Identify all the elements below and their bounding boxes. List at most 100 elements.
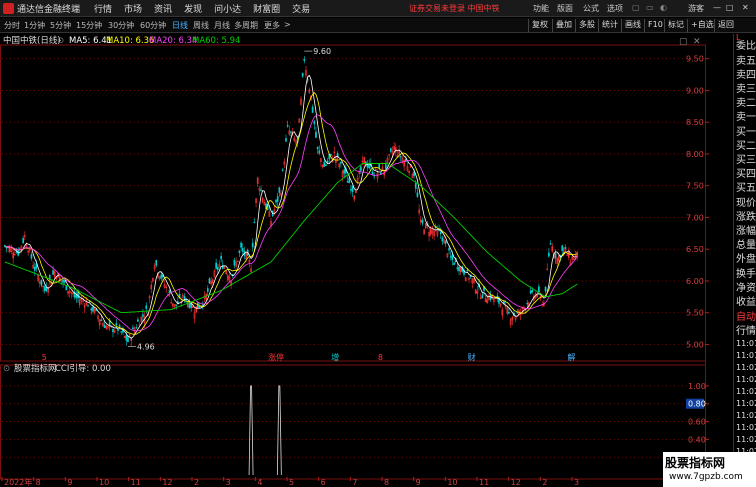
side-item-commission[interactable]: 委比 — [736, 37, 756, 52]
menu-layout[interactable]: 版面 — [557, 3, 573, 14]
side-item-earnings: 收益 — [736, 297, 756, 308]
menu-formula[interactable]: 公式 — [583, 3, 599, 14]
stock-tab[interactable]: 中国中铁 — [468, 4, 500, 13]
candle-body — [75, 295, 78, 298]
minimize-icon[interactable]: — — [713, 3, 721, 12]
side-item-sell1: 卖一 — [736, 112, 756, 123]
period-5min[interactable]: 5分钟 — [50, 20, 71, 31]
side-item-outer: 外盘 — [736, 254, 756, 265]
window-icon[interactable]: ▭ — [646, 3, 654, 12]
candle-body — [554, 253, 557, 259]
indicator-settings-icon[interactable]: ⊙ — [3, 364, 10, 374]
event-marker: 涨停 — [268, 352, 284, 362]
price-tick-label: 7.50 — [686, 182, 704, 191]
date-tick-label: 2022年 — [4, 477, 32, 487]
candle-body — [132, 327, 134, 330]
maximize-icon[interactable]: □ — [726, 3, 734, 12]
menu-options[interactable]: 选项 — [607, 3, 623, 14]
mark-button[interactable]: 标记 — [664, 19, 684, 32]
candle-body — [414, 183, 417, 189]
candle-body — [206, 288, 209, 292]
candle-body — [346, 181, 349, 183]
chart-close-icon[interactable]: ✕ — [693, 37, 701, 47]
chart-annotations: 9.60 4.96 5 涨停 增 8 财 解 — [42, 47, 576, 362]
menu-wealth-circle[interactable]: 财富圈 — [253, 2, 280, 15]
candle-body — [65, 285, 68, 291]
ma60-label: MA60: 5.94 — [192, 36, 240, 46]
candle-body — [315, 131, 317, 138]
candle-body — [103, 324, 106, 328]
add-favorite-button[interactable]: +自选 — [687, 19, 714, 32]
indicator-current-value: 0.80 — [688, 400, 706, 409]
period-weekly[interactable]: 周线 — [193, 20, 209, 31]
chart-grid — [0, 44, 706, 487]
stock-title: 中国中铁(日线) — [3, 35, 61, 46]
f10-button[interactable]: F10 — [644, 19, 663, 32]
user-label[interactable]: 游客 — [688, 3, 704, 14]
chart-maximize-icon[interactable]: ▢ — [679, 37, 688, 47]
candle-body — [135, 327, 138, 329]
side-time-row: 11:01 — [736, 339, 756, 348]
cci-spike — [248, 385, 254, 476]
date-tick-label: 8 — [36, 478, 41, 487]
period-intraday[interactable]: 分时 — [4, 20, 20, 31]
menu-quotes[interactable]: 行情 — [94, 2, 112, 15]
period-more-arrow[interactable]: > — [284, 20, 291, 29]
candle-body — [301, 72, 304, 77]
multi-stock-button[interactable]: 多股 — [575, 19, 595, 32]
candle-body — [100, 319, 103, 321]
date-tick-label: 9 — [416, 478, 421, 487]
period-60min[interactable]: 60分钟 — [140, 20, 166, 31]
restore-rights-button[interactable]: 复权 — [528, 19, 548, 32]
statistics-button[interactable]: 统计 — [598, 19, 618, 32]
candle-body — [326, 160, 329, 163]
back-button[interactable]: 返回 — [714, 19, 734, 32]
period-daily[interactable]: 日线 — [172, 20, 188, 31]
chat-icon[interactable]: ▢ — [632, 3, 640, 12]
candle-body — [115, 323, 118, 326]
menu-trade[interactable]: 交易 — [292, 2, 310, 15]
overlay-button[interactable]: 叠加 — [552, 19, 572, 32]
candle-body — [63, 280, 66, 283]
price-tick-label: 5.00 — [686, 340, 704, 349]
menu-market[interactable]: 市场 — [124, 2, 142, 15]
event-marker: 8 — [378, 353, 383, 362]
close-icon[interactable]: ✕ — [742, 3, 749, 12]
app-logo-icon — [3, 2, 14, 14]
low-label: 4.96 — [137, 342, 155, 351]
period-multi[interactable]: 多周期 — [234, 20, 258, 31]
period-more[interactable]: 更多 — [264, 20, 280, 31]
side-time-row: 11:02 — [736, 375, 756, 384]
date-tick-label: 4 — [257, 478, 262, 487]
kline-chart[interactable]: 9.60 4.96 5 涨停 增 8 财 解 5.00 5.50 6.00 6.50 7.00 7.50… — [0, 34, 732, 487]
menu-discover[interactable]: 发现 — [184, 2, 202, 15]
period-1min[interactable]: 1分钟 — [24, 20, 45, 31]
period-monthly[interactable]: 月线 — [214, 20, 230, 31]
menu-news[interactable]: 资讯 — [154, 2, 172, 15]
candle-body — [549, 243, 552, 245]
period-30min[interactable]: 30分钟 — [108, 20, 134, 31]
candle-body — [330, 153, 332, 156]
candle-body — [260, 189, 262, 191]
skin-icon[interactable]: ◐ — [660, 3, 667, 12]
draw-line-button[interactable]: 画线 — [621, 19, 641, 32]
side-item-quote[interactable]: 行情 — [736, 322, 756, 337]
login-warning[interactable]: 证券交易未登录 中国中铁 — [409, 3, 500, 14]
candle-body — [160, 274, 163, 279]
side-item-sell4: 卖四 — [736, 70, 756, 81]
side-item-buy1: 买一 — [736, 127, 756, 138]
side-item-sell5: 卖五 — [736, 56, 756, 67]
candle-body — [316, 146, 319, 150]
candle-body — [155, 260, 158, 266]
candle-body — [351, 186, 354, 192]
period-15min[interactable]: 15分钟 — [76, 20, 102, 31]
main-panel-border — [0, 44, 706, 362]
menu-assistant[interactable]: 问小达 — [214, 2, 241, 15]
event-marker: 财 — [468, 352, 476, 362]
menu-function[interactable]: 功能 — [533, 3, 549, 14]
side-item-auto[interactable]: 自动 — [736, 308, 756, 323]
chart-settings-icon[interactable]: ⊙ — [57, 36, 64, 46]
period-toolbar: 分时 1分钟 5分钟 15分钟 30分钟 60分钟 日线 周线 月线 多周期 更… — [0, 18, 756, 33]
side-time-row: 11:02 — [736, 387, 756, 396]
candle-body — [175, 304, 178, 306]
